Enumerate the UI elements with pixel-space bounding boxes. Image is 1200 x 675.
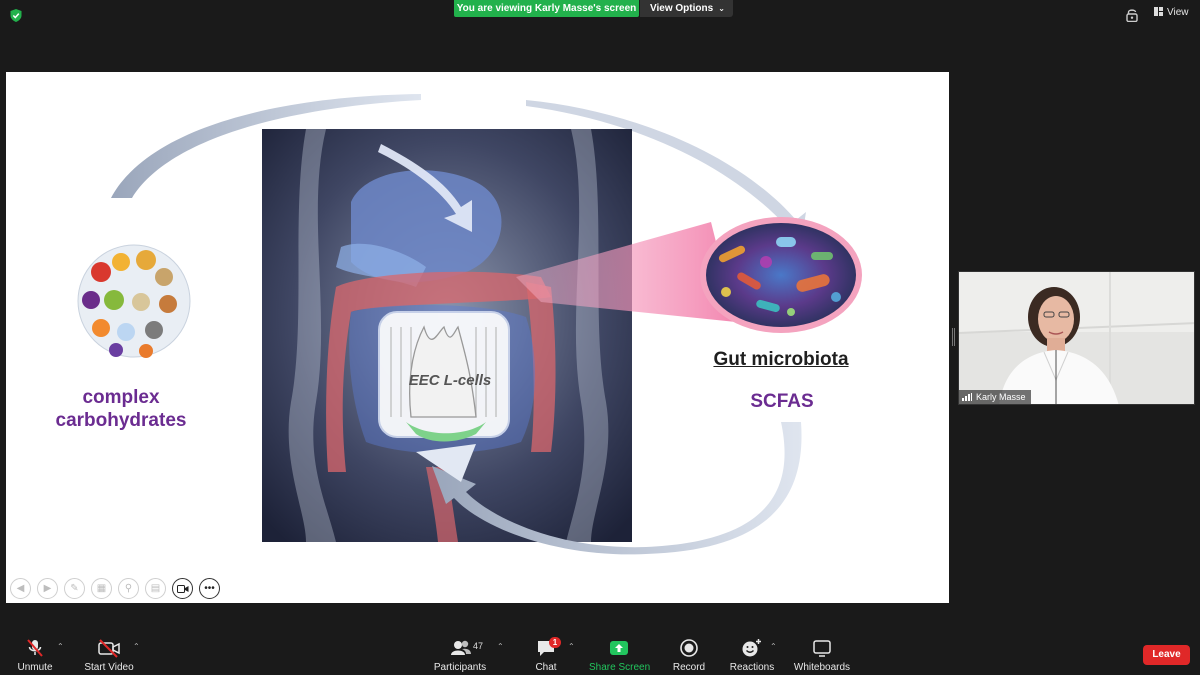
unmute-button[interactable]: Unmute (12, 627, 58, 675)
left-label-line1: complex (82, 387, 160, 408)
shared-screen-slide: complex carbohydrates Gut microbiota SCF… (6, 72, 949, 603)
eec-l-cells-label: EEC L-cells (408, 372, 492, 389)
zoom-icon[interactable]: ⚲ (118, 578, 139, 599)
participants-label: Participants (433, 662, 487, 673)
reactions-label: Reactions (729, 662, 775, 673)
record-label: Record (672, 662, 706, 673)
unmute-label: Unmute (17, 662, 53, 673)
record-button[interactable]: Record (670, 627, 708, 675)
video-off-icon (98, 639, 120, 658)
previous-slide-icon[interactable]: ◀ (10, 578, 31, 599)
view-label: View (1167, 7, 1189, 18)
participant-video-tile[interactable]: Karly Masse (958, 271, 1195, 405)
slides-grid-icon[interactable]: ▦ (91, 578, 112, 599)
gut-microbiota-label: Gut microbiota (713, 349, 849, 370)
whiteboards-label: Whiteboards (793, 662, 851, 673)
view-options-label: View Options (650, 3, 714, 14)
slide-illustration (77, 94, 862, 555)
whiteboards-button[interactable]: Whiteboards (792, 627, 852, 675)
left-label-line2: carbohydrates (55, 410, 187, 431)
whiteboard-icon (813, 640, 831, 657)
leave-button[interactable]: Leave (1143, 645, 1190, 665)
chat-unread-badge: 1 (549, 637, 561, 648)
panel-drag-handle[interactable] (952, 328, 955, 346)
subtitles-icon[interactable]: ▤ (145, 578, 166, 599)
participant-video-feed (959, 272, 1194, 404)
view-grid-icon (1154, 7, 1163, 16)
start-video-button[interactable]: Start Video (82, 627, 136, 675)
share-screen-button[interactable]: Share Screen (589, 627, 651, 675)
chevron-down-icon: ⌄ (718, 4, 725, 13)
pen-icon[interactable]: ✎ (64, 578, 85, 599)
participant-name-tag: Karly Masse (959, 390, 1031, 404)
scfas-label: SCFAS (750, 391, 814, 412)
audio-options-chevron-icon[interactable]: ⌃ (57, 642, 64, 651)
chat-label: Chat (535, 662, 557, 673)
participants-options-chevron-icon[interactable]: ⌃ (497, 642, 504, 651)
participants-icon (451, 640, 471, 655)
share-screen-icon (610, 641, 628, 655)
view-button[interactable]: View (1154, 7, 1189, 18)
reactions-options-chevron-icon[interactable]: ⌃ (770, 642, 777, 651)
participant-name: Karly Masse (976, 392, 1026, 402)
complex-carbohydrates-label: complex carbohydrates (46, 386, 196, 432)
slide-controls: ◀ ▶ ✎ ▦ ⚲ ▤ ••• (10, 578, 220, 600)
reactions-button[interactable]: Reactions (729, 627, 775, 675)
record-icon (680, 639, 698, 657)
reactions-smiley-icon (742, 639, 761, 657)
video-options-chevron-icon[interactable]: ⌃ (133, 642, 140, 651)
chat-button[interactable]: Chat (528, 627, 564, 675)
view-options-button[interactable]: View Options ⌄ (640, 0, 733, 17)
microphone-muted-icon (27, 639, 43, 657)
top-bar: You are viewing Karly Masse's screen Vie… (0, 0, 1200, 30)
participants-count: 47 (473, 641, 484, 651)
participants-button[interactable]: Participants (432, 627, 488, 675)
encryption-icon[interactable] (1126, 8, 1138, 22)
chat-options-chevron-icon[interactable]: ⌃ (568, 642, 575, 651)
viewing-screen-banner: You are viewing Karly Masse's screen (454, 0, 639, 17)
signal-strength-icon (962, 393, 972, 401)
more-options-icon[interactable]: ••• (199, 578, 220, 599)
camera-icon[interactable] (172, 578, 193, 599)
next-slide-icon[interactable]: ▶ (37, 578, 58, 599)
security-shield-icon[interactable] (10, 9, 22, 22)
share-screen-label: Share Screen (589, 662, 651, 673)
start-video-label: Start Video (84, 662, 134, 673)
